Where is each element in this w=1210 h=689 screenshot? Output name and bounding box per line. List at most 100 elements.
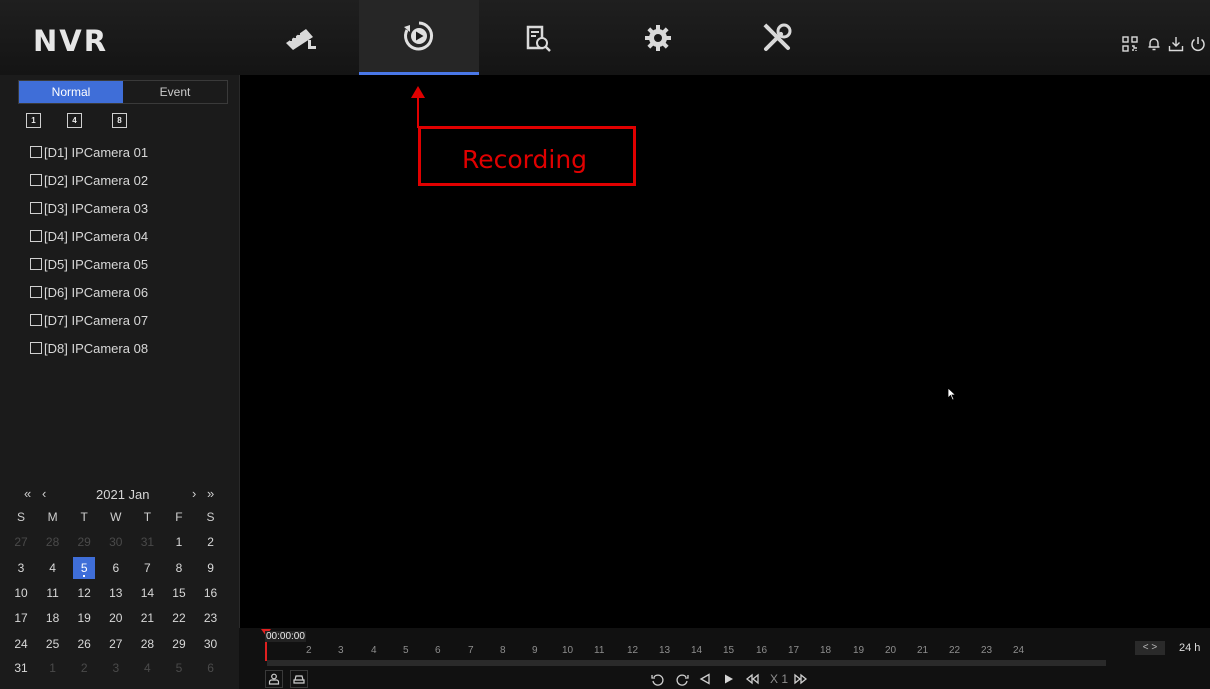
calendar-day[interactable]: 12	[73, 582, 95, 604]
vehicle-filter-button[interactable]	[290, 670, 308, 688]
calendar-day[interactable]: 3	[10, 557, 32, 579]
calendar-day[interactable]: 9	[200, 557, 222, 579]
playback-timeline[interactable]: 00:00:00 2 3 4 5 6 7 8 9 10 11 12 13 14 …	[239, 628, 1210, 689]
timeline-zoom-select[interactable]: 24 h	[1179, 642, 1200, 654]
tab-normal[interactable]: Normal	[19, 81, 123, 103]
calendar-day[interactable]: 14	[136, 582, 158, 604]
tab-maintenance[interactable]	[717, 0, 837, 75]
timeline-scroll-buttons[interactable]: < >	[1135, 641, 1165, 655]
prev-year-button[interactable]: «	[24, 486, 31, 501]
calendar-day[interactable]: 29	[168, 633, 190, 655]
calendar-day[interactable]: 27	[10, 531, 32, 553]
camera-label: [D5] IPCamera 05	[44, 256, 149, 272]
calendar-day[interactable]: 28	[42, 531, 64, 553]
qr-code-icon[interactable]	[1120, 34, 1140, 54]
calendar-day[interactable]: 5	[168, 657, 190, 679]
next-month-button[interactable]: ›	[192, 486, 196, 501]
reverse-play-button[interactable]	[699, 673, 711, 685]
calendar-day[interactable]: 17	[10, 607, 32, 629]
rewind-30s-button[interactable]	[651, 673, 665, 687]
calendar-day[interactable]: 16	[200, 582, 222, 604]
camera-item-d3[interactable]: [D3] IPCamera 03	[30, 194, 148, 222]
calendar-day[interactable]: 31	[136, 531, 158, 553]
calendar-day[interactable]: 19	[73, 607, 95, 629]
speed-up-button[interactable]	[794, 673, 808, 685]
download-icon[interactable]	[1166, 34, 1186, 54]
calendar-day[interactable]: 30	[200, 633, 222, 655]
person-filter-button[interactable]	[265, 670, 283, 688]
camera-checkbox[interactable]	[30, 146, 42, 158]
camera-item-d5[interactable]: [D5] IPCamera 05	[30, 250, 148, 278]
tab-live-view[interactable]	[240, 0, 360, 75]
prev-month-button[interactable]: ‹	[42, 486, 46, 501]
camera-item-d2[interactable]: [D2] IPCamera 02	[30, 166, 148, 194]
camera-checkbox[interactable]	[30, 174, 42, 186]
calendar-day[interactable]: 4	[136, 657, 158, 679]
camera-checkbox[interactable]	[30, 230, 42, 242]
calendar-day[interactable]: 27	[105, 633, 127, 655]
calendar-day[interactable]: 2	[73, 657, 95, 679]
file-search-icon	[526, 25, 551, 52]
camera-checkbox[interactable]	[30, 314, 42, 326]
split-8-button[interactable]: 8	[112, 113, 127, 128]
person-icon	[268, 673, 280, 685]
calendar-day[interactable]: 1	[168, 531, 190, 553]
calendar-day[interactable]: 23	[200, 607, 222, 629]
calendar-day[interactable]: 22	[168, 607, 190, 629]
hour-tick-label: 16	[756, 645, 768, 656]
camera-item-d4[interactable]: [D4] IPCamera 04	[30, 222, 148, 250]
calendar-day[interactable]: 25	[42, 633, 64, 655]
calendar-day[interactable]: 1	[42, 657, 64, 679]
camera-checkbox[interactable]	[30, 258, 42, 270]
power-icon[interactable]	[1188, 34, 1208, 54]
calendar-day[interactable]: 8	[168, 557, 190, 579]
tab-playback[interactable]	[359, 0, 479, 75]
calendar-day[interactable]: 20	[105, 607, 127, 629]
split-1-button[interactable]: 1	[26, 113, 41, 128]
calendar-day[interactable]: 7	[136, 557, 158, 579]
weekday-label: W	[110, 510, 122, 524]
calendar-day[interactable]: 6	[200, 657, 222, 679]
calendar-day[interactable]: 26	[73, 633, 95, 655]
tab-event[interactable]: Event	[123, 81, 227, 103]
calendar-day[interactable]: 15	[168, 582, 190, 604]
calendar-day-selected[interactable]: 5	[73, 557, 96, 579]
calendar-week-row: 24 25 26 27 28 29 30	[10, 633, 232, 655]
camera-item-d6[interactable]: [D6] IPCamera 06	[30, 278, 148, 306]
split-4-button[interactable]: 4	[67, 113, 82, 128]
camera-checkbox[interactable]	[30, 342, 42, 354]
calendar-day[interactable]: 11	[42, 582, 64, 604]
play-button[interactable]	[723, 673, 735, 685]
next-year-button[interactable]: »	[207, 486, 214, 501]
camera-item-d7[interactable]: [D7] IPCamera 07	[30, 306, 148, 334]
calendar-day[interactable]: 13	[105, 582, 127, 604]
calendar-day[interactable]: 4	[42, 557, 64, 579]
calendar-week-row: 31 1 2 3 4 5 6	[10, 657, 232, 679]
tab-configuration[interactable]	[598, 0, 718, 75]
bell-icon[interactable]	[1144, 34, 1164, 54]
camera-checkbox[interactable]	[30, 202, 42, 214]
camera-item-d1[interactable]: [D1] IPCamera 01	[30, 138, 148, 166]
calendar-day[interactable]: 18	[42, 607, 64, 629]
forward-30s-button[interactable]	[675, 673, 689, 687]
calendar-day[interactable]: 10	[10, 582, 32, 604]
calendar-day[interactable]: 29	[73, 531, 95, 553]
timeline-track[interactable]	[267, 660, 1106, 666]
tab-file-search[interactable]	[478, 0, 598, 75]
calendar-day[interactable]: 24	[10, 633, 32, 655]
slow-down-button[interactable]	[745, 673, 759, 685]
calendar-day[interactable]: 31	[10, 657, 32, 679]
camera-item-d8[interactable]: [D8] IPCamera 08	[30, 334, 148, 362]
calendar-day[interactable]: 6	[105, 557, 127, 579]
playback-video-area[interactable]	[240, 75, 1210, 628]
calendar-day[interactable]: 2	[200, 531, 222, 553]
calendar-day[interactable]: 3	[105, 657, 127, 679]
gear-icon	[645, 24, 671, 51]
calendar-day[interactable]: 21	[136, 607, 158, 629]
current-time-label: 00:00:00	[265, 631, 306, 642]
slow-down-icon	[745, 673, 759, 685]
calendar-day[interactable]: 30	[105, 531, 127, 553]
calendar-day[interactable]: 28	[136, 633, 158, 655]
annotation-label: Recording	[462, 145, 588, 174]
camera-checkbox[interactable]	[30, 286, 42, 298]
